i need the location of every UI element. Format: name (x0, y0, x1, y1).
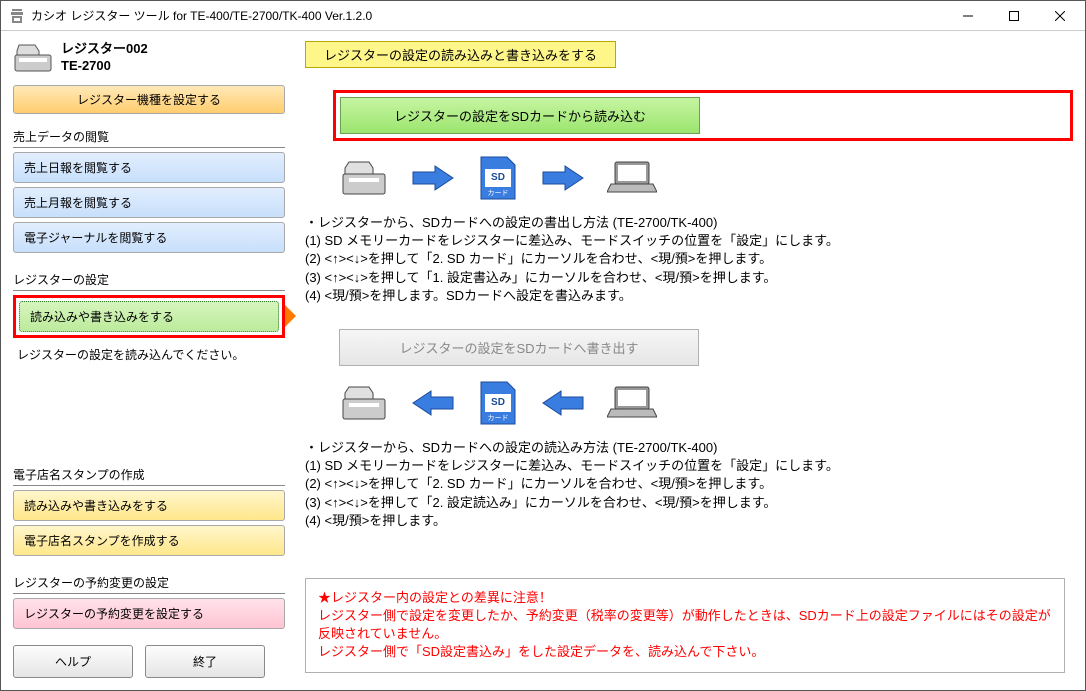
stamp-create-button[interactable]: 電子店名スタンプを作成する (13, 525, 285, 556)
minimize-button[interactable] (945, 1, 991, 31)
write-to-sd-button[interactable]: レジスターの設定をSDカードへ書き出す (339, 329, 699, 366)
register-icon (13, 43, 53, 73)
content-area: レジスターの設定の読み込みと書き込みをする レジスターの設定をSDカードから読み… (285, 41, 1073, 690)
settings-rw-button[interactable]: 読み込みや書き込みをする (19, 301, 279, 332)
arrow-right-icon (411, 164, 455, 195)
daily-report-button[interactable]: 売上日報を閲覧する (13, 152, 285, 183)
section-sales-label: 売上データの閲覧 (13, 128, 285, 148)
arrow-right-icon (541, 164, 585, 195)
register-small-icon (339, 160, 389, 199)
read-button-highlight: レジスターの設定をSDカードから読み込む (333, 90, 1073, 141)
read-from-sd-button[interactable]: レジスターの設定をSDカードから読み込む (340, 97, 700, 134)
journal-button[interactable]: 電子ジャーナルを閲覧する (13, 222, 285, 253)
title-bar: カシオ レジスター ツール for TE-400/TE-2700/TK-400 … (1, 1, 1085, 31)
laptop-icon (607, 385, 657, 424)
close-button[interactable] (1037, 1, 1083, 31)
svg-text:カード: カード (488, 189, 509, 197)
read-flow-row: SD カード (339, 155, 1073, 204)
register-name: レジスター002 (61, 41, 148, 58)
write-instructions: ・レジスターから、SDカードへの設定の書出し方法 (TE-2700/TK-400… (305, 214, 1073, 305)
svg-text:SD: SD (491, 172, 505, 183)
svg-text:SD: SD (491, 397, 505, 408)
section-reserve-label: レジスターの予約変更の設定 (13, 574, 285, 594)
help-button[interactable]: ヘルプ (13, 645, 133, 678)
laptop-icon (607, 160, 657, 199)
hint-text: レジスターの設定を読み込んでください。 (13, 346, 285, 363)
warning-box: ★レジスター内の設定との差異に注意！ レジスター側で設定を変更したか、予約変更（… (305, 578, 1065, 673)
svg-text:カード: カード (488, 414, 509, 422)
read-instructions: ・レジスターから、SDカードへの設定の読込み方法 (TE-2700/TK-400… (305, 439, 1073, 530)
page-banner: レジスターの設定の読み込みと書き込みをする (305, 41, 616, 68)
sd-card-icon: SD カード (477, 380, 519, 429)
maximize-button[interactable] (991, 1, 1037, 31)
window-title: カシオ レジスター ツール for TE-400/TE-2700/TK-400 … (31, 7, 945, 24)
monthly-report-button[interactable]: 売上月報を閲覧する (13, 187, 285, 218)
configure-model-button[interactable]: レジスター機種を設定する (13, 85, 285, 114)
sidebar: レジスター002 TE-2700 レジスター機種を設定する 売上データの閲覧 売… (13, 41, 285, 690)
section-stamp-label: 電子店名スタンプの作成 (13, 466, 285, 486)
stamp-rw-button[interactable]: 読み込みや書き込みをする (13, 490, 285, 521)
arrow-left-icon (541, 389, 585, 420)
section-settings-label: レジスターの設定 (13, 271, 285, 291)
reserve-button[interactable]: レジスターの予約変更を設定する (13, 598, 285, 629)
arrow-left-icon (411, 389, 455, 420)
write-flow-row: SD カード (339, 380, 1073, 429)
register-model: TE-2700 (61, 58, 148, 75)
register-small-icon (339, 385, 389, 424)
selected-nav-highlight: 読み込みや書き込みをする (13, 295, 285, 338)
sd-card-icon: SD カード (477, 155, 519, 204)
app-icon (9, 8, 25, 24)
exit-button[interactable]: 終了 (145, 645, 265, 678)
